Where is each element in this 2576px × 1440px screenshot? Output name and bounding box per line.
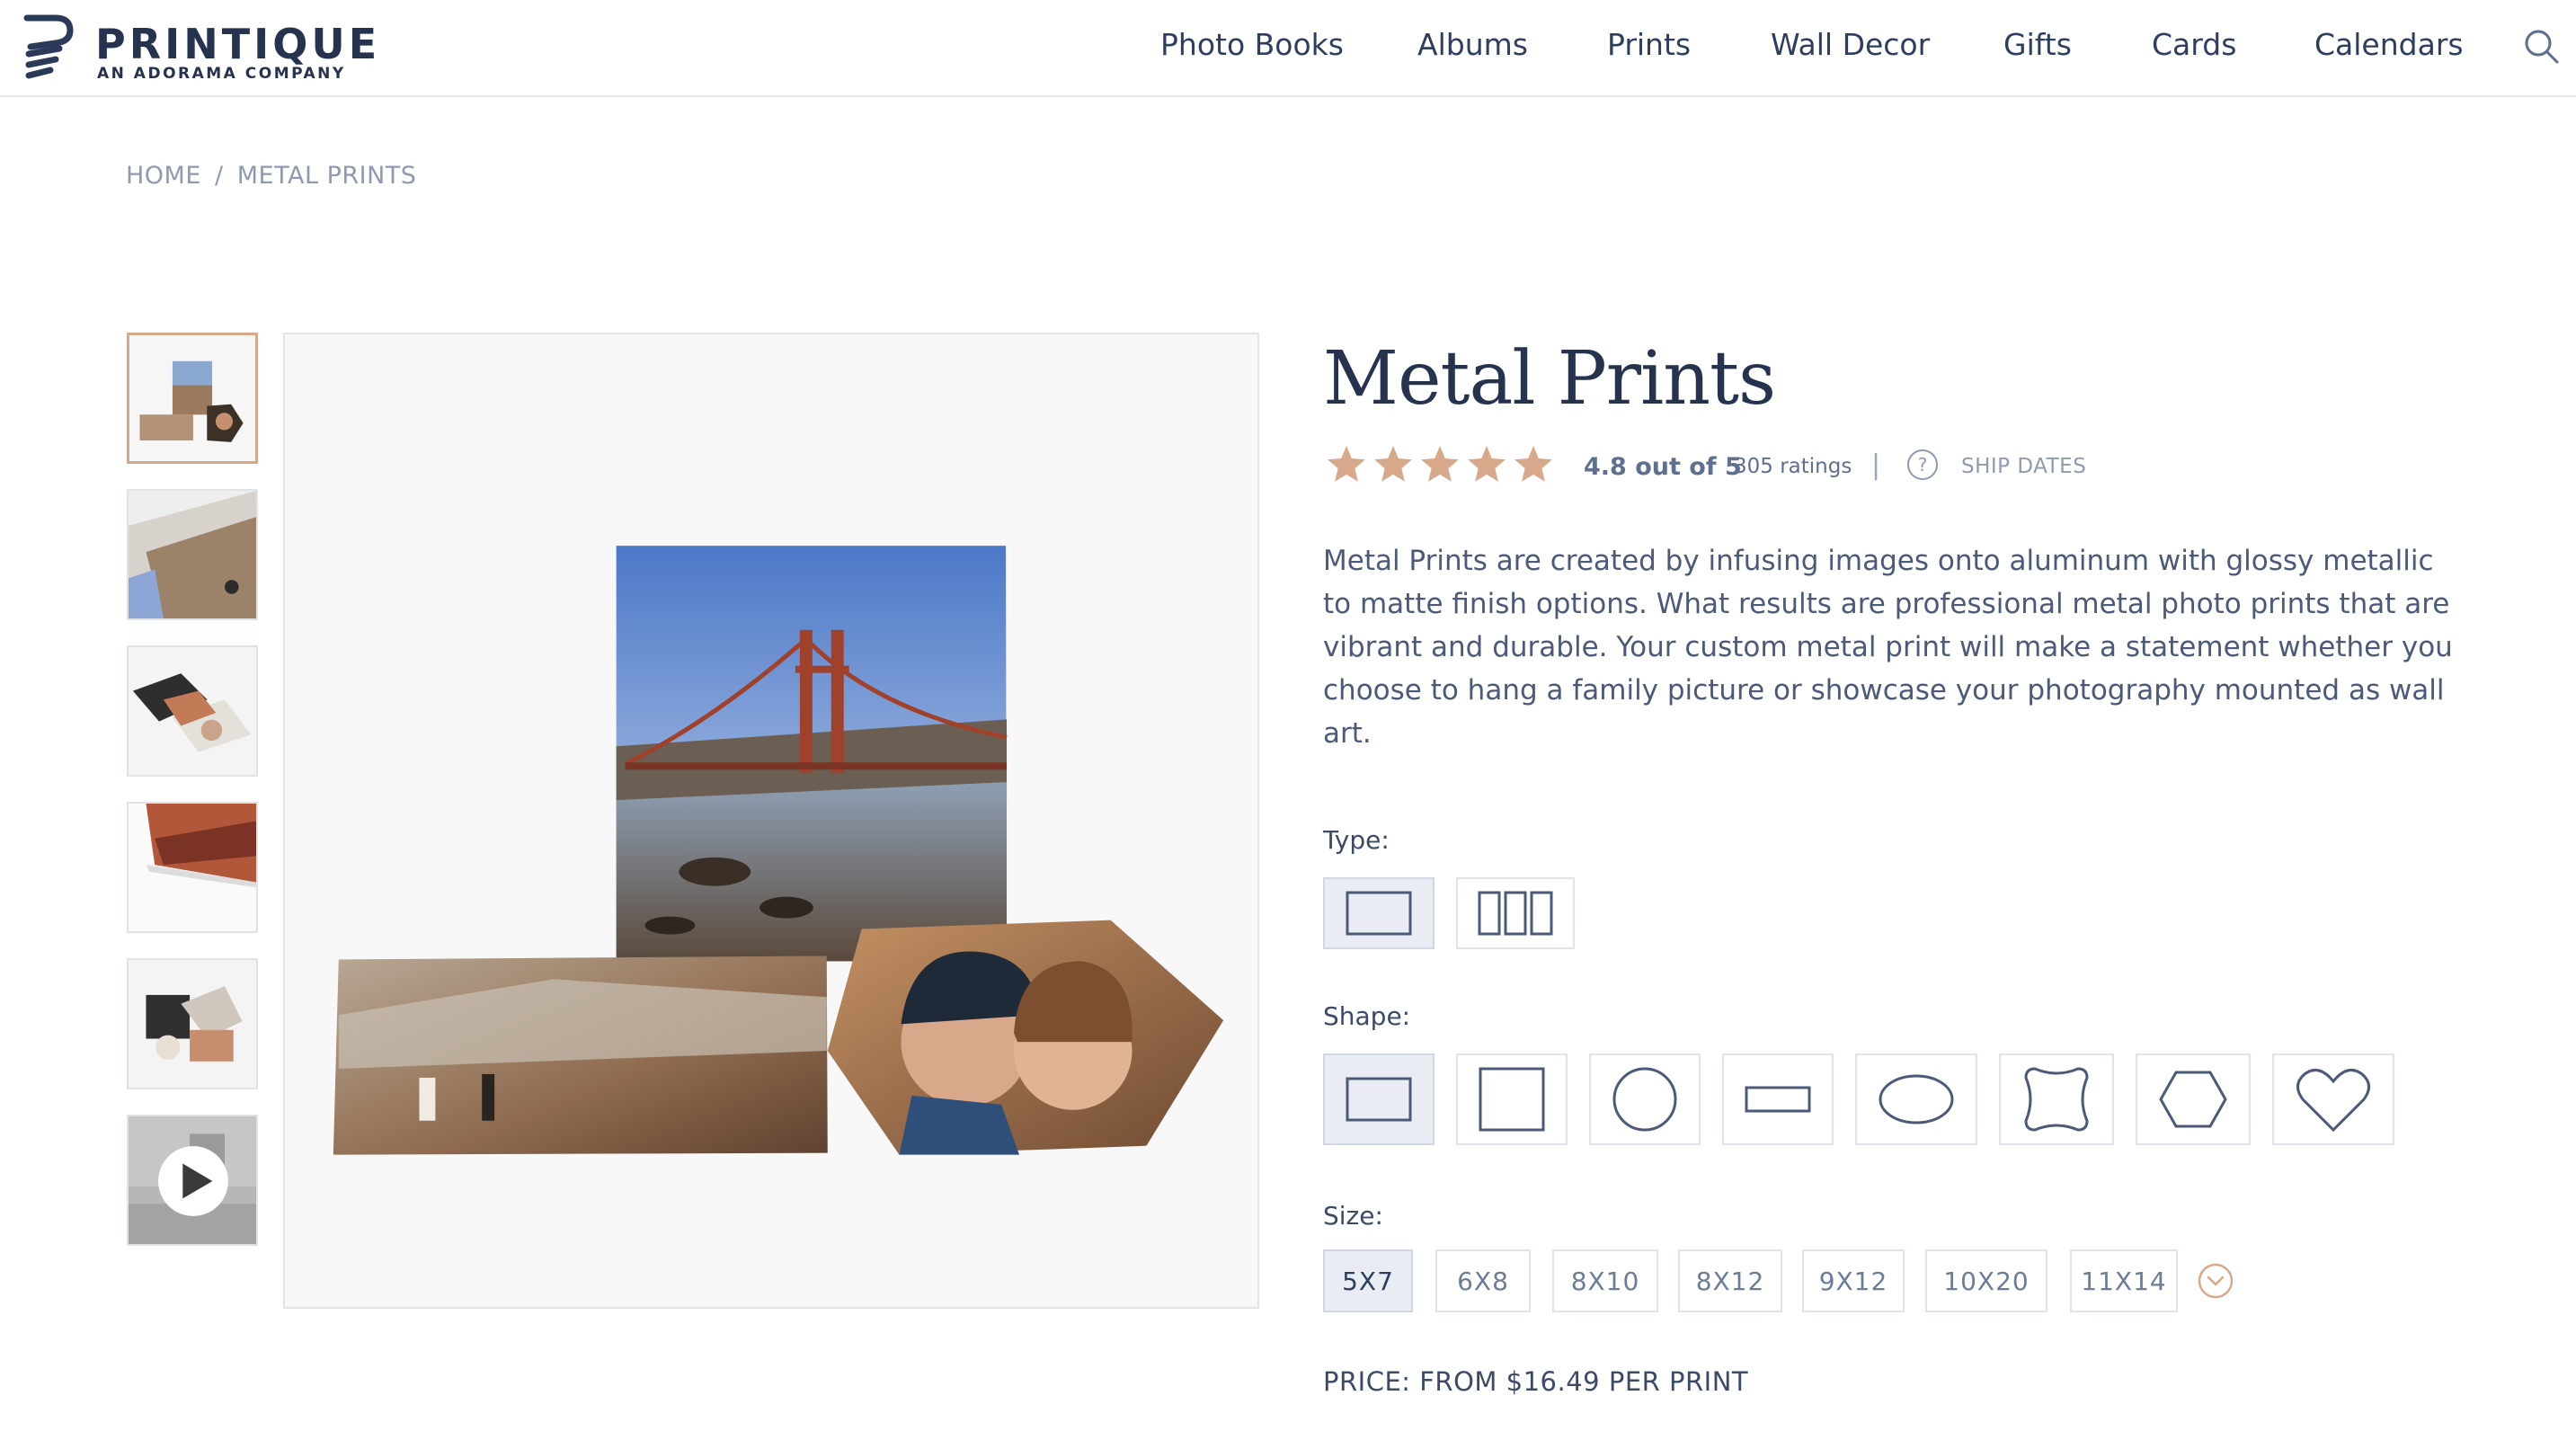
chevron-down-circle-icon[interactable]	[2197, 1262, 2234, 1300]
gallery-thumbnail-5[interactable]	[127, 958, 258, 1089]
brand-tagline: AN ADORAMA COMPANY	[97, 65, 346, 83]
logo[interactable]: PRINTIQUE AN ADORAMA COMPANY	[20, 11, 377, 86]
nav-item-photo-books[interactable]: Photo Books	[1160, 27, 1344, 62]
thumbnail-image	[129, 335, 255, 461]
thumbnail-image	[129, 491, 256, 618]
breadcrumb-home[interactable]: HOME	[126, 162, 201, 190]
shape-option-panoramic[interactable]	[1722, 1053, 1834, 1145]
size-option-10x20[interactable]: 10X20	[1925, 1249, 2047, 1312]
product-main-image[interactable]	[283, 333, 1259, 1309]
nav-item-wall-decor[interactable]: Wall Decor	[1771, 27, 1930, 62]
star-icon	[1468, 446, 1506, 482]
type-label: Type:	[1323, 825, 1390, 855]
type-option-single-panel[interactable]	[1323, 877, 1435, 949]
rectangle-shape-icon	[1346, 1077, 1412, 1122]
scalloped-shape-icon	[2024, 1067, 2089, 1132]
size-option-8x10[interactable]: 8X10	[1552, 1249, 1658, 1312]
printique-logo-icon	[23, 14, 74, 79]
brand-name: PRINTIQUE	[95, 20, 381, 68]
gallery-thumbnail-4[interactable]	[127, 802, 258, 933]
shape-option-rectangle[interactable]	[1323, 1053, 1435, 1145]
nav-item-gifts[interactable]: Gifts	[2003, 27, 2072, 62]
thumbnail-image	[129, 960, 256, 1088]
thumbnail-image	[129, 647, 256, 775]
size-option-6x8[interactable]: 6X8	[1435, 1249, 1531, 1312]
panoramic-shape-icon	[1745, 1086, 1811, 1113]
breadcrumb: HOME / METAL PRINTS	[126, 162, 416, 190]
svg-text:?: ?	[1918, 454, 1928, 476]
square-shape-icon	[1479, 1067, 1545, 1132]
gallery-thumbnail-2[interactable]	[127, 489, 258, 620]
product-title: Metal Prints	[1323, 336, 1776, 422]
gallery-thumbnail-1[interactable]	[127, 333, 258, 464]
play-icon	[158, 1146, 228, 1216]
size-option-9x12[interactable]: 9X12	[1802, 1249, 1905, 1312]
nav-item-prints[interactable]: Prints	[1607, 27, 1691, 62]
shape-option-scalloped[interactable]	[1999, 1053, 2114, 1145]
star-icon	[1421, 446, 1459, 482]
rating-count-link[interactable]: 305 ratings	[1734, 455, 1852, 478]
shape-option-circle[interactable]	[1589, 1053, 1701, 1145]
breadcrumb-current: METAL PRINTS	[236, 162, 417, 190]
help-circle-icon[interactable]: ?	[1905, 448, 1940, 482]
ship-dates-link[interactable]: SHIP DATES	[1961, 455, 2086, 478]
nav-item-cards[interactable]: Cards	[2152, 27, 2236, 62]
metal-prints-photo	[285, 334, 1257, 1307]
heart-shape-icon	[2296, 1069, 2370, 1133]
shape-option-square[interactable]	[1456, 1053, 1568, 1145]
search-icon[interactable]	[2522, 27, 2560, 65]
site-header: PRINTIQUE AN ADORAMA COMPANY Photo Books…	[0, 0, 2576, 97]
gallery-thumbnail-video[interactable]	[127, 1115, 258, 1246]
shape-option-oval[interactable]	[1855, 1053, 1977, 1145]
size-option-11x14[interactable]: 11X14	[2070, 1249, 2178, 1312]
shape-label: Shape:	[1323, 1001, 1411, 1031]
hexagon-shape-icon	[2159, 1071, 2227, 1128]
type-option-triptych[interactable]	[1456, 877, 1575, 949]
thumbnail-image	[129, 1116, 256, 1244]
thumbnail-image	[129, 804, 256, 931]
star-rating[interactable]	[1323, 442, 1557, 489]
rating-score: 4.8 out of 5	[1584, 453, 1742, 481]
breadcrumb-separator: /	[215, 162, 224, 190]
star-icon	[1374, 446, 1412, 482]
gallery-thumbnail-3[interactable]	[127, 645, 258, 777]
oval-shape-icon	[1879, 1074, 1954, 1124]
triptych-panel-icon	[1478, 891, 1553, 936]
rating-row: 4.8 out of 5 305 ratings | ? SHIP DATES	[1323, 442, 2132, 493]
product-description: Metal Prints are created by infusing ima…	[1323, 545, 2453, 750]
single-panel-icon	[1346, 891, 1412, 936]
circle-shape-icon	[1612, 1067, 1677, 1132]
size-option-5x7[interactable]: 5X7	[1323, 1249, 1413, 1312]
star-icon	[1515, 446, 1552, 482]
nav-item-calendars[interactable]: Calendars	[2314, 27, 2464, 62]
star-icon	[1328, 446, 1365, 482]
size-option-8x12[interactable]: 8X12	[1678, 1249, 1782, 1312]
nav-item-albums[interactable]: Albums	[1417, 27, 1528, 62]
rating-separator: |	[1871, 449, 1881, 481]
shape-option-hexagon[interactable]	[2136, 1053, 2251, 1145]
price-label: PRICE: FROM $16.49 PER PRINT	[1323, 1366, 1749, 1397]
size-label: Size:	[1323, 1201, 1383, 1231]
shape-option-heart[interactable]	[2272, 1053, 2394, 1145]
